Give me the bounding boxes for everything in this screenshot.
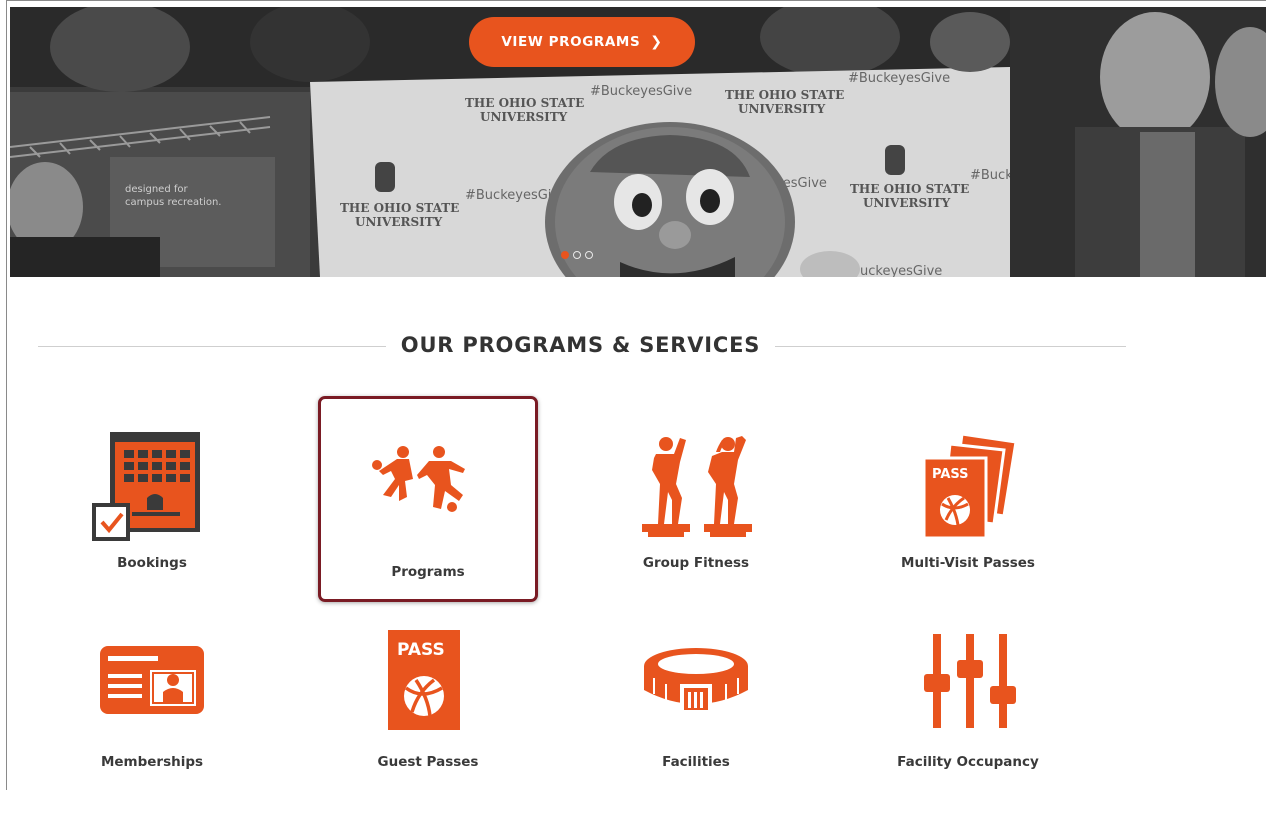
svg-text:THE OHIO STATE: THE OHIO STATE [465,96,584,110]
svg-text:THE OHIO STATE: THE OHIO STATE [725,88,844,102]
svg-text:#BuckeyesGive: #BuckeyesGive [848,71,950,86]
service-card-guest-passes[interactable]: PASS Guest Passes [318,610,538,816]
service-label: Multi-Visit Passes [901,555,1035,571]
chevron-right-icon: ❯ [650,34,663,50]
carousel-indicators [561,251,593,259]
view-programs-button[interactable]: VIEW PROGRAMS ❯ [469,17,695,67]
pass-stack-icon: PASS [922,432,1017,540]
svg-text:UNIVERSITY: UNIVERSITY [480,110,568,124]
service-label: Group Fitness [642,555,750,571]
service-card-group-fitness[interactable]: Group Fitness [586,398,806,604]
service-label: Guest Passes [377,754,479,770]
svg-text:campus recreation.: campus recreation. [125,197,222,208]
svg-text:THE OHIO STATE: THE OHIO STATE [340,201,459,215]
booth-text: designed for [125,184,188,195]
service-label: Bookings [117,555,187,571]
pass-text: PASS [397,640,445,660]
svg-text:UNIVERSITY: UNIVERSITY [863,196,951,210]
pass-icon: PASS [388,630,460,730]
carousel-dot-1[interactable] [561,251,569,259]
service-card-facilities[interactable]: Facilities [586,610,806,816]
service-card-bookings[interactable]: Bookings [42,398,262,604]
stadium-icon [644,648,748,710]
view-programs-label: VIEW PROGRAMS [501,34,641,50]
svg-text:#Buck: #Buck [970,168,1013,183]
service-card-memberships[interactable]: Memberships [42,610,262,816]
service-label: Facilities [662,754,730,770]
calendar-building-icon [92,432,200,541]
svg-text:uckeyesGive: uckeyesGive [860,264,942,277]
pass-text: PASS [932,467,969,482]
svg-text:THE OHIO STATE: THE OHIO STATE [850,182,969,196]
sliders-icon [924,634,1016,728]
carousel-dot-3[interactable] [585,251,593,259]
svg-text:#BuckeyesGive: #BuckeyesGive [590,84,692,99]
soccer-players-icon [372,446,465,512]
svg-text:UNIVERSITY: UNIVERSITY [738,102,826,116]
service-card-multi-visit-passes[interactable]: PASS Multi-Visit Passes [858,398,1078,604]
service-card-facility-occupancy[interactable]: Facility Occupancy [858,610,1078,816]
service-label: Memberships [100,754,204,770]
svg-text:UNIVERSITY: UNIVERSITY [355,215,443,229]
service-label: Programs [391,564,465,580]
section-title: OUR PROGRAMS & SERVICES [386,328,775,362]
services-grid: Bookings Programs Group Fitness PASS Mul… [38,364,1126,790]
carousel-dot-2[interactable] [573,251,581,259]
step-aerobics-icon [642,436,752,537]
hero-carousel[interactable]: designed for campus recreation. THE OHIO… [10,7,1266,277]
service-label: Facility Occupancy [897,754,1039,770]
id-card-icon [100,646,204,714]
service-card-programs[interactable]: Programs [318,396,538,602]
